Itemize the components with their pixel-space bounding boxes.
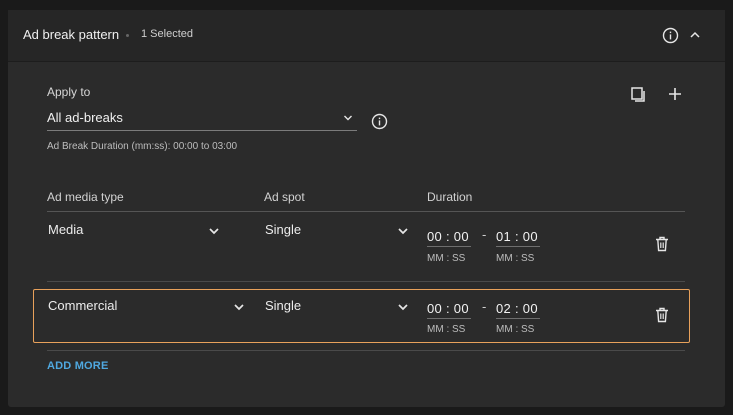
time-range-dash: - [482,227,487,242]
apply-to-label: Apply to [47,85,91,99]
media-type-select[interactable]: Commercial [34,298,244,328]
chevron-down-icon [396,300,410,314]
info-icon[interactable] [371,113,388,130]
end-time-unit: MM : SS [496,253,535,264]
end-time-input[interactable]: 02 : 00 [496,301,540,319]
table-row-selected: Commercial Single 00 : 00 - 02 : 00 MM :… [33,289,690,343]
duration-hint: Ad Break Duration (mm:ss): 00:00 to 03:0… [47,141,238,152]
ad-break-pattern-panel: Ad break pattern 1 Selected Apply to All… [8,10,725,407]
media-type-value: Media [48,222,84,237]
chevron-up-icon[interactable] [688,28,702,42]
media-type-select[interactable]: Media [33,222,229,252]
plus-icon[interactable] [667,86,683,102]
trash-icon[interactable] [655,307,669,323]
media-type-value: Commercial [48,298,118,313]
column-header-media-type: Ad media type [47,190,124,204]
ad-spot-value: Single [265,298,302,313]
chevron-down-icon [232,300,246,314]
apply-to-select[interactable]: All ad-breaks [47,108,357,131]
start-time-input[interactable]: 00 : 00 [427,301,471,319]
ad-spot-select[interactable]: Single [250,222,410,252]
time-range-dash: - [482,299,487,314]
chevron-down-icon [207,224,221,238]
info-icon[interactable] [662,27,679,44]
divider [47,281,685,282]
divider [47,211,685,212]
selected-count: 1 Selected [141,28,193,40]
end-time-input[interactable]: 01 : 00 [496,229,540,247]
column-header-duration: Duration [427,190,473,204]
divider [47,350,685,351]
trash-icon[interactable] [655,236,669,252]
start-time-unit: MM : SS [427,324,466,335]
panel-title: Ad break pattern [23,27,120,42]
ad-spot-value: Single [265,222,302,237]
add-more-button[interactable]: ADD MORE [47,360,109,372]
table-row: Media Single 00 : 00 - 01 : 00 MM : SS M… [33,222,690,276]
column-header-ad-spot: Ad spot [264,190,305,204]
chevron-down-icon [396,224,410,238]
ad-spot-select[interactable]: Single [250,298,410,328]
start-time-unit: MM : SS [427,253,466,264]
start-time-input[interactable]: 00 : 00 [427,229,471,247]
panel-header[interactable]: Ad break pattern 1 Selected [8,10,725,62]
separator-dot [126,34,129,37]
apply-to-value: All ad-breaks [47,110,123,125]
chevron-down-icon [342,112,354,124]
copy-icon[interactable] [630,86,647,103]
end-time-unit: MM : SS [496,324,535,335]
